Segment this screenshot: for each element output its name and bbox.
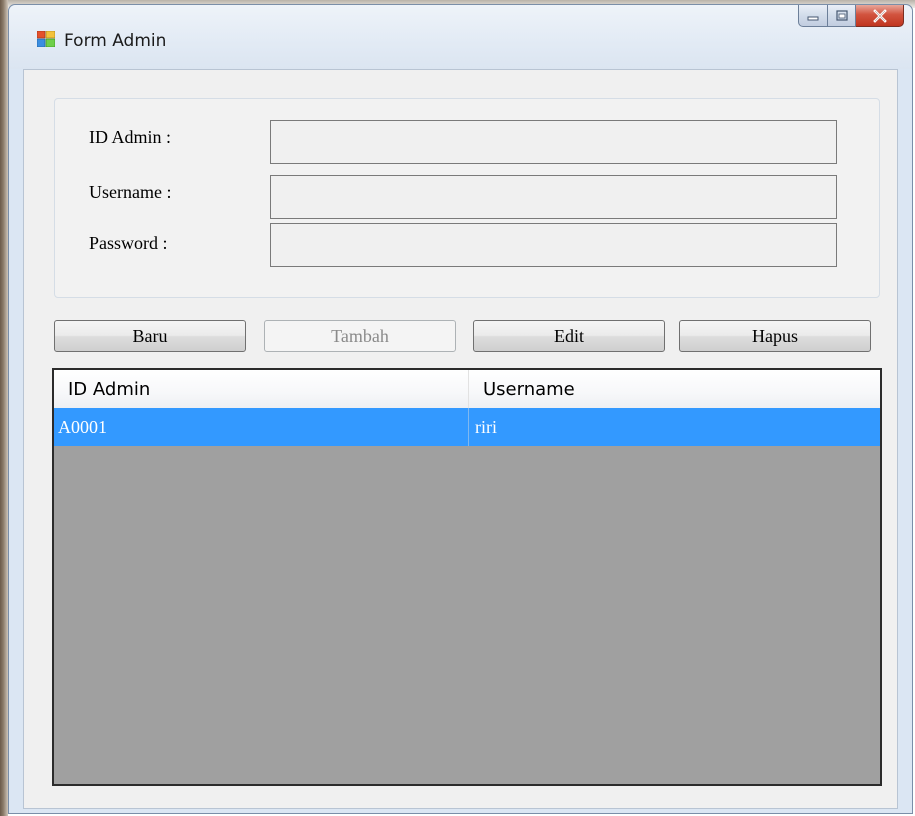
- admin-data-grid[interactable]: ID Admin Username A0001 riri: [52, 368, 882, 786]
- title-bar[interactable]: Form Admin: [9, 5, 912, 69]
- desktop-background-left: [0, 0, 8, 816]
- username-input[interactable]: [270, 175, 837, 219]
- form-admin-window: Form Admin ID Admin: Username: Passwor…: [8, 4, 913, 814]
- caption-buttons: [798, 5, 904, 29]
- edit-button[interactable]: Edit: [473, 320, 665, 352]
- password-input[interactable]: [270, 223, 837, 267]
- cell-username[interactable]: riri: [469, 408, 880, 446]
- table-row[interactable]: A0001 riri: [54, 408, 880, 446]
- cell-id-admin[interactable]: A0001: [54, 408, 469, 446]
- window-title: Form Admin: [64, 31, 167, 51]
- hapus-button[interactable]: Hapus: [679, 320, 871, 352]
- column-header-username[interactable]: Username: [469, 370, 880, 408]
- close-button[interactable]: [856, 5, 904, 27]
- minimize-button[interactable]: [798, 5, 828, 27]
- maximize-icon: [835, 9, 848, 21]
- form-app-icon: [37, 31, 55, 47]
- maximize-button[interactable]: [828, 5, 856, 27]
- password-label: Password :: [89, 233, 168, 253]
- id-admin-label: ID Admin :: [89, 127, 172, 147]
- username-label: Username :: [89, 182, 172, 202]
- form-client-area: ID Admin : Username : Password : Baru Ta…: [23, 69, 898, 809]
- grid-header: ID Admin Username: [54, 370, 880, 409]
- column-header-id-admin[interactable]: ID Admin: [54, 370, 469, 408]
- id-admin-input[interactable]: [270, 120, 837, 164]
- tambah-button[interactable]: Tambah: [264, 320, 456, 352]
- admin-details-panel: ID Admin : Username : Password :: [54, 98, 880, 298]
- minimize-icon: [807, 16, 819, 20]
- close-icon: [872, 8, 887, 23]
- baru-button[interactable]: Baru: [54, 320, 246, 352]
